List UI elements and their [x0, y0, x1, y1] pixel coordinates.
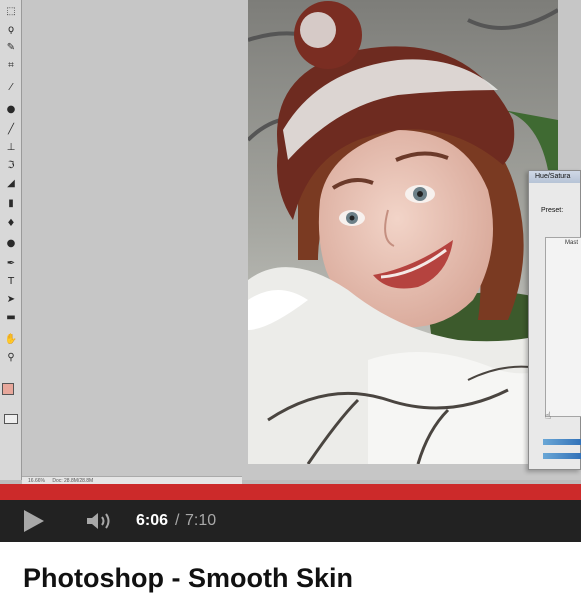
- healing-icon[interactable]: ●: [4, 104, 18, 116]
- edited-photo: [248, 0, 558, 464]
- current-time: 6:06: [136, 512, 169, 529]
- eraser-icon[interactable]: ◢: [4, 178, 18, 190]
- zoom-icon[interactable]: ⚲: [4, 352, 18, 364]
- marquee-icon[interactable]: ⬚: [4, 6, 18, 18]
- crop-icon[interactable]: ⌗: [4, 60, 18, 72]
- volume-icon[interactable]: [86, 511, 118, 531]
- blur-icon[interactable]: ♦: [4, 218, 18, 230]
- preset-label: Preset:: [541, 207, 564, 214]
- progress-bar[interactable]: [0, 484, 581, 500]
- lasso-icon[interactable]: ϙ: [4, 24, 18, 36]
- master-label[interactable]: Mast: [565, 240, 579, 246]
- gradient-icon[interactable]: ▮: [4, 198, 18, 210]
- player-controls: 6:06 / 7:10: [0, 500, 581, 542]
- dialog-title[interactable]: Hue/Satura: [529, 171, 580, 183]
- brush-icon[interactable]: ╱: [4, 124, 18, 136]
- total-time: 7:10: [185, 512, 217, 529]
- pen-icon[interactable]: ✒: [4, 258, 18, 270]
- hue-spectrum-bar: [543, 439, 581, 445]
- progress-fill: [0, 484, 581, 500]
- foreground-color-swatch[interactable]: [2, 383, 14, 395]
- type-icon[interactable]: T: [4, 276, 18, 288]
- quick-select-icon[interactable]: ✎: [4, 42, 18, 54]
- master-group-box: [545, 237, 581, 417]
- portrait-photo: [248, 0, 558, 464]
- video-frame[interactable]: ⬚ ϙ ✎ ⌗ ⁄ ● ╱ ⊥ ℑ ◢ ▮ ♦ ● ✒ T ➤ ▬ ✋ ⚲ Hu…: [0, 0, 581, 542]
- play-icon[interactable]: [24, 510, 44, 532]
- quick-mask-icon[interactable]: [4, 414, 18, 424]
- photoshop-toolbar: ⬚ ϙ ✎ ⌗ ⁄ ● ╱ ⊥ ℑ ◢ ▮ ♦ ● ✒ T ➤ ▬ ✋ ⚲: [0, 0, 22, 480]
- hue-result-bar: [543, 453, 581, 459]
- path-select-icon[interactable]: ➤: [4, 294, 18, 306]
- eyedropper-icon[interactable]: ⁄: [4, 82, 18, 94]
- history-brush-icon[interactable]: ℑ: [4, 160, 18, 172]
- clone-stamp-icon[interactable]: ⊥: [4, 142, 18, 154]
- targeted-adjust-icon[interactable]: ☝: [545, 411, 551, 422]
- dodge-icon[interactable]: ●: [4, 238, 18, 250]
- hand-icon[interactable]: ✋: [4, 334, 18, 346]
- hue-saturation-dialog[interactable]: Hue/Satura Preset: Mast ☝: [528, 170, 581, 470]
- time-separator: /: [175, 512, 180, 529]
- shape-icon[interactable]: ▬: [4, 312, 18, 324]
- video-title[interactable]: Photoshop - Smooth Skin: [23, 561, 353, 595]
